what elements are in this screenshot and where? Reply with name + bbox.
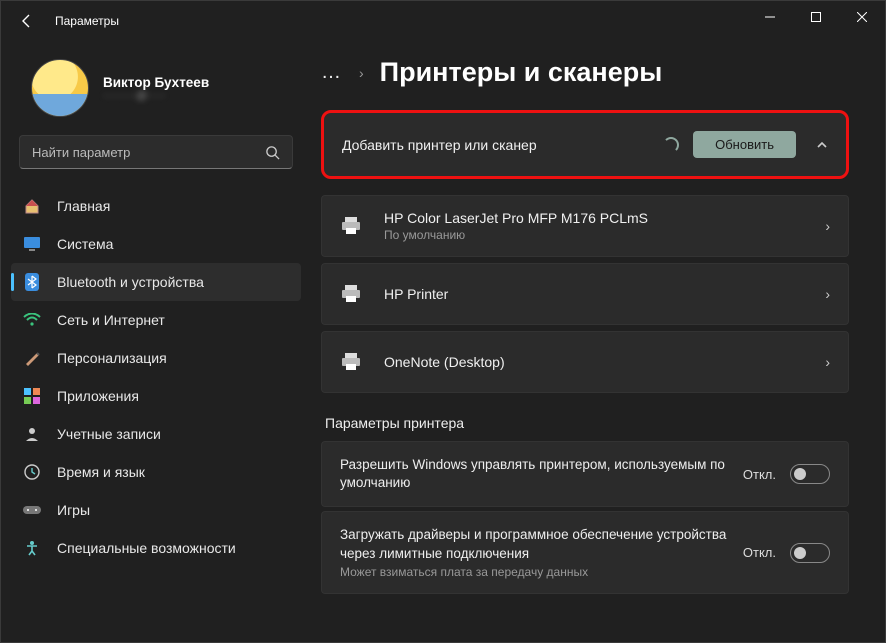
gaming-icon: [23, 501, 41, 519]
setting-metered-download: Загружать драйверы и программное обеспеч…: [321, 511, 849, 593]
printer-row[interactable]: OneNote (Desktop) ›: [321, 331, 849, 393]
accessibility-icon: [23, 539, 41, 557]
printer-icon: [340, 285, 362, 303]
chevron-up-icon[interactable]: [816, 139, 828, 151]
clock-icon: [23, 463, 41, 481]
nav-list: Главная Система Bluetooth и устройства С…: [1, 183, 311, 642]
minimize-button[interactable]: [747, 1, 793, 33]
search-input[interactable]: [32, 145, 265, 160]
chevron-right-icon: ›: [825, 218, 830, 234]
home-icon: [23, 197, 41, 215]
sidebar-item-label: Время и язык: [57, 464, 145, 480]
printer-name: OneNote (Desktop): [384, 354, 825, 370]
toggle-switch[interactable]: [790, 464, 830, 484]
sidebar-item-label: Система: [57, 236, 113, 252]
sidebar: Виктор Бухтеев ·········@····· Главная С…: [1, 41, 311, 642]
bluetooth-icon: [23, 273, 41, 291]
printer-row[interactable]: HP Printer ›: [321, 263, 849, 325]
page-title: Принтеры и сканеры: [380, 57, 663, 88]
loading-spinner-icon: [663, 137, 679, 153]
search-box[interactable]: [19, 135, 293, 169]
sidebar-item-time[interactable]: Время и язык: [11, 453, 301, 491]
sidebar-item-accounts[interactable]: Учетные записи: [11, 415, 301, 453]
sidebar-item-label: Персонализация: [57, 350, 167, 366]
breadcrumb: … › Принтеры и сканеры: [321, 57, 849, 88]
chevron-right-icon: ›: [825, 286, 830, 302]
close-button[interactable]: [839, 1, 885, 33]
sidebar-item-label: Специальные возможности: [57, 540, 236, 556]
setting-title: Разрешить Windows управлять принтером, и…: [340, 456, 729, 492]
wifi-icon: [23, 311, 41, 329]
apps-icon: [23, 387, 41, 405]
setting-subtitle: Может взиматься плата за передачу данных: [340, 565, 729, 579]
sidebar-item-label: Игры: [57, 502, 90, 518]
window-controls: [747, 1, 885, 33]
user-name: Виктор Бухтеев: [103, 75, 209, 90]
brush-icon: [23, 349, 41, 367]
avatar: [31, 59, 89, 117]
sidebar-item-label: Учетные записи: [57, 426, 161, 442]
search-icon: [265, 145, 280, 160]
add-printer-label: Добавить принтер или сканер: [342, 137, 663, 153]
sidebar-item-label: Bluetooth и устройства: [57, 274, 204, 290]
sidebar-item-apps[interactable]: Приложения: [11, 377, 301, 415]
sidebar-item-personalization[interactable]: Персонализация: [11, 339, 301, 377]
setting-default-printer: Разрешить Windows управлять принтером, и…: [321, 441, 849, 507]
printer-name: HP Printer: [384, 286, 825, 302]
refresh-button[interactable]: Обновить: [693, 131, 796, 158]
add-printer-card[interactable]: Добавить принтер или сканер Обновить: [321, 110, 849, 179]
toggle-switch[interactable]: [790, 543, 830, 563]
printer-icon: [340, 353, 362, 371]
printer-row[interactable]: HP Color LaserJet Pro MFP M176 PCLmS По …: [321, 195, 849, 257]
profile-block[interactable]: Виктор Бухтеев ·········@·····: [1, 49, 311, 135]
settings-window: Параметры Виктор Бухтеев ·········@·····: [0, 0, 886, 643]
chevron-right-icon: ›: [359, 65, 364, 81]
breadcrumb-more-button[interactable]: …: [321, 61, 343, 84]
toggle-state: Откл.: [743, 467, 776, 482]
section-label: Параметры принтера: [325, 415, 849, 431]
sidebar-item-label: Сеть и Интернет: [57, 312, 165, 328]
printer-name: HP Color LaserJet Pro MFP M176 PCLmS: [384, 210, 825, 226]
main-content: … › Принтеры и сканеры Добавить принтер …: [311, 41, 885, 642]
printer-status: По умолчанию: [384, 228, 825, 242]
user-email: ·········@·····: [103, 90, 209, 102]
sidebar-item-system[interactable]: Система: [11, 225, 301, 263]
sidebar-item-network[interactable]: Сеть и Интернет: [11, 301, 301, 339]
toggle-state: Откл.: [743, 545, 776, 560]
sidebar-item-bluetooth[interactable]: Bluetooth и устройства: [11, 263, 301, 301]
setting-title: Загружать драйверы и программное обеспеч…: [340, 526, 729, 562]
system-icon: [23, 235, 41, 253]
sidebar-item-label: Главная: [57, 198, 110, 214]
chevron-right-icon: ›: [825, 354, 830, 370]
sidebar-item-accessibility[interactable]: Специальные возможности: [11, 529, 301, 567]
maximize-button[interactable]: [793, 1, 839, 33]
titlebar: Параметры: [1, 1, 885, 41]
printer-icon: [340, 217, 362, 235]
sidebar-item-home[interactable]: Главная: [11, 187, 301, 225]
sidebar-item-label: Приложения: [57, 388, 139, 404]
accounts-icon: [23, 425, 41, 443]
sidebar-item-gaming[interactable]: Игры: [11, 491, 301, 529]
back-button[interactable]: [13, 7, 41, 35]
window-title: Параметры: [55, 14, 119, 28]
